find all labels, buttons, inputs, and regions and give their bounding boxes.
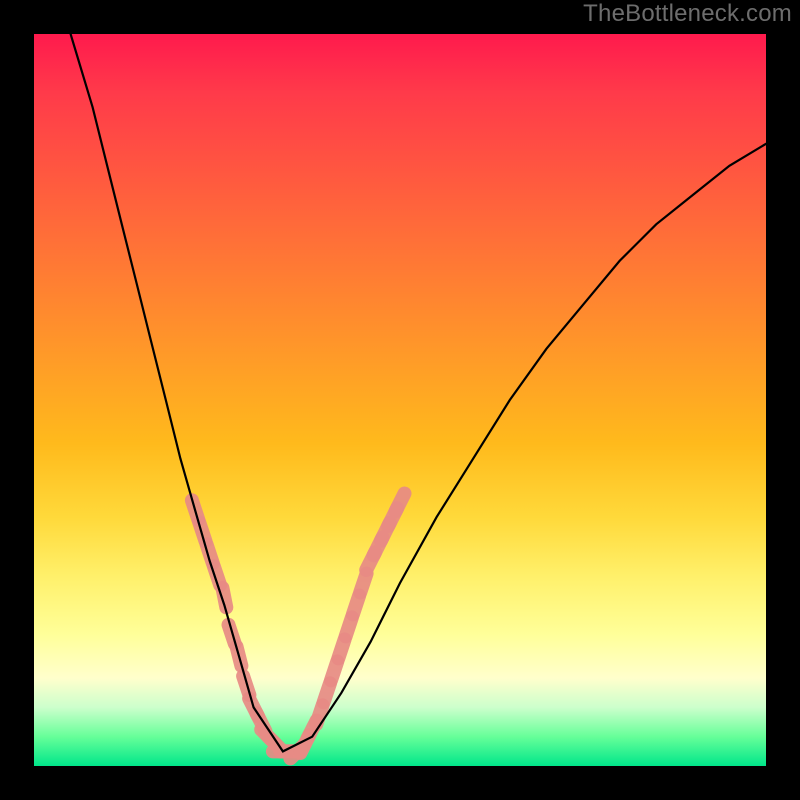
watermark-text: TheBottleneck.com xyxy=(583,0,792,28)
chart-svg xyxy=(34,34,766,766)
data-clusters xyxy=(192,494,405,759)
bottleneck-curve xyxy=(71,34,766,751)
cluster-point xyxy=(396,494,405,512)
plot-area xyxy=(34,34,766,766)
chart-frame: TheBottleneck.com xyxy=(0,0,800,800)
